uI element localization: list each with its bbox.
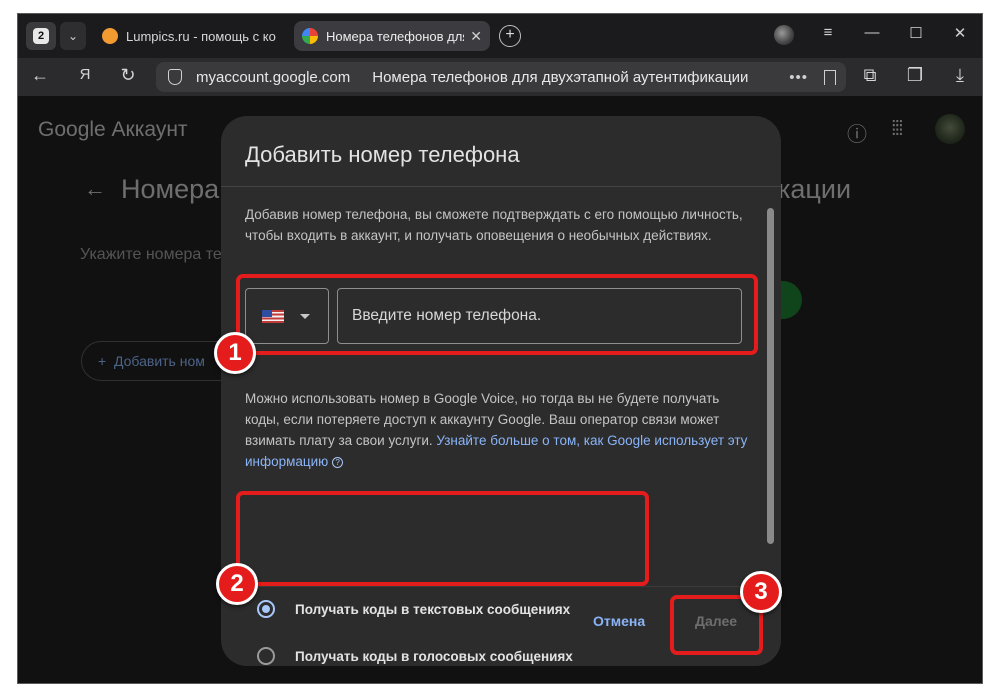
extensions-icon[interactable]: ⧉: [858, 65, 882, 86]
menu-icon[interactable]: ≡: [816, 24, 840, 41]
chevron-down-icon[interactable]: ⌄: [60, 22, 86, 50]
minimize-icon[interactable]: —: [860, 24, 884, 41]
cancel-button[interactable]: Отмена: [593, 613, 645, 629]
back-icon[interactable]: ←: [28, 65, 52, 86]
help-circle-icon[interactable]: ?: [332, 457, 344, 468]
radio-voice[interactable]: Получать коды в голосовых сообщениях: [257, 647, 573, 665]
radio-selected-icon[interactable]: [257, 600, 275, 618]
download-icon[interactable]: ⤓: [948, 65, 972, 86]
bookmark-icon[interactable]: [824, 69, 836, 85]
tab-lumpics[interactable]: Lumpics.ru - помощь с ко: [94, 21, 290, 51]
tab-bar: 2 ⌄ Lumpics.ru - помощь с ко Номера теле…: [18, 14, 982, 58]
annotation-number-3: 3: [740, 571, 782, 613]
more-icon[interactable]: •••: [789, 69, 808, 86]
tab-google-account[interactable]: Номера телефонов для ✕: [294, 21, 490, 51]
lumpics-favicon-icon: [102, 28, 118, 44]
shield-icon[interactable]: [168, 69, 182, 85]
collections-icon[interactable]: ❐: [903, 65, 927, 86]
maximize-icon[interactable]: ☐: [904, 24, 928, 42]
highlight-phone-field: [236, 274, 758, 355]
scrollbar[interactable]: [767, 208, 774, 544]
url-page-title: Номера телефонов для двухэтапной аутенти…: [372, 68, 749, 86]
radio-sms[interactable]: Получать коды в текстовых сообщениях: [257, 600, 570, 618]
address-bar[interactable]: myaccount.google.com Номера телефонов дл…: [156, 62, 846, 92]
close-tab-icon[interactable]: ✕: [470, 28, 482, 45]
tab-count: 2: [33, 28, 49, 44]
navigation-bar: ← Я ↻ myaccount.google.com Номера телефо…: [18, 58, 982, 96]
dialog-intro: Добавив номер телефона, вы сможете подтв…: [245, 207, 743, 243]
annotation-number-2: 2: [216, 563, 258, 605]
close-window-icon[interactable]: ✕: [948, 24, 972, 42]
page-content: Google Аккаунт ⓘ ⁞⁞⁞ ← Номера кации Укаж…: [18, 96, 982, 683]
browser-window: 2 ⌄ Lumpics.ru - помощь с ко Номера теле…: [17, 13, 983, 684]
radio-unselected-icon[interactable]: [257, 647, 275, 665]
footer-divider: [221, 586, 781, 587]
annotation-number-1: 1: [214, 332, 256, 374]
new-tab-button[interactable]: +: [499, 25, 521, 47]
yandex-icon[interactable]: Я: [73, 66, 97, 83]
google-favicon-icon: [302, 28, 318, 44]
radio-sms-label: Получать коды в текстовых сообщениях: [295, 601, 571, 617]
url-host: myaccount.google.com: [196, 68, 351, 86]
dialog-title: Добавить номер телефона: [245, 142, 520, 167]
highlight-radio-options: [236, 491, 649, 586]
divider: [221, 186, 781, 187]
google-voice-note: Можно использовать номер в Google Voice,…: [245, 388, 755, 472]
tab-counter-button[interactable]: 2: [26, 22, 56, 50]
profile-icon[interactable]: [774, 25, 794, 45]
tab-label: Lumpics.ru - помощь с ко: [126, 28, 276, 44]
radio-voice-label: Получать коды в голосовых сообщениях: [295, 648, 573, 664]
tab-label: Номера телефонов для: [326, 28, 465, 44]
reload-icon[interactable]: ↻: [116, 65, 140, 86]
